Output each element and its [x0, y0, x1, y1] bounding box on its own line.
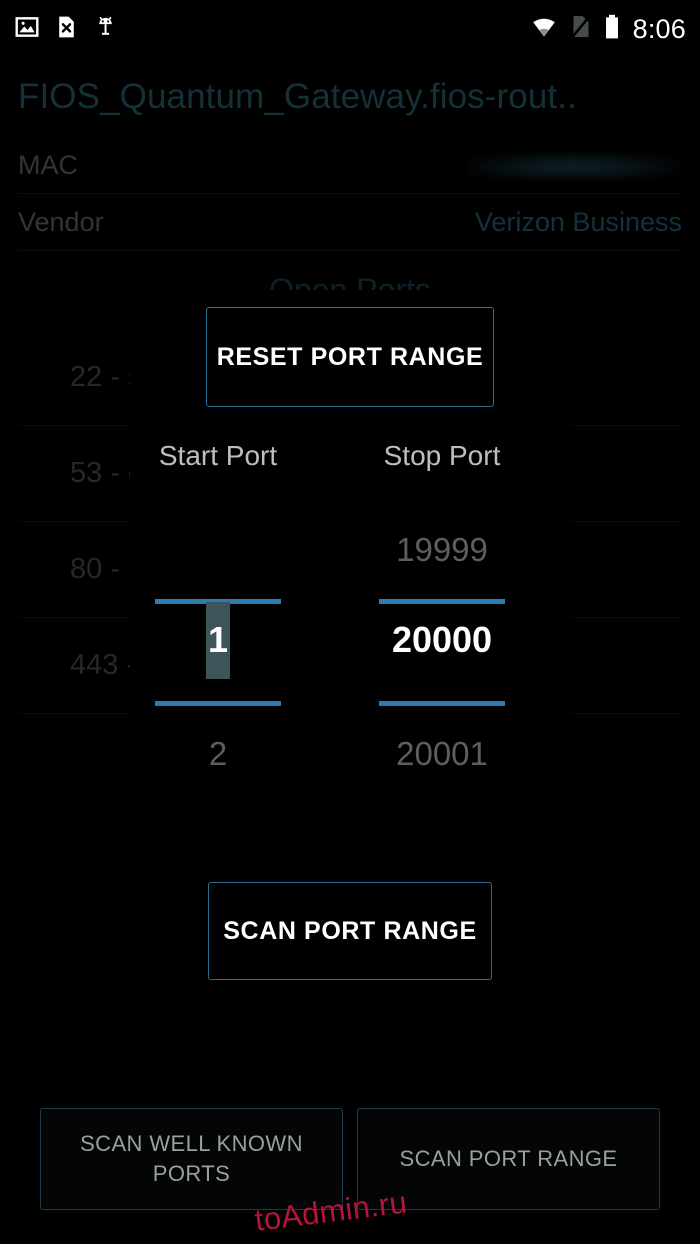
start-port-input[interactable]: 1 [205, 601, 231, 679]
start-port-label: Start Port [158, 440, 278, 471]
stop-port-picker[interactable]: Stop Port 19999 20000 20001 [342, 440, 542, 778]
stop-port-next-value[interactable]: 20001 [396, 730, 488, 778]
scan-well-known-ports-button[interactable]: SCAN WELL KNOWN PORTS [40, 1108, 343, 1210]
stop-port-divider-bottom [379, 701, 505, 706]
status-bar: 8:06 [0, 0, 700, 58]
start-port-picker[interactable]: Start Port 1 2 [118, 440, 318, 778]
port-range-dialog: RESET PORT RANGE Start Port 1 2 Stop Por… [130, 290, 570, 990]
stop-port-value: 20000 [391, 619, 493, 660]
image-icon [14, 14, 40, 45]
no-sim-icon [570, 14, 591, 44]
scan-port-range-button[interactable]: SCAN PORT RANGE [208, 882, 492, 980]
start-port-next-value[interactable]: 2 [209, 730, 227, 778]
stop-port-label: Stop Port [383, 440, 501, 471]
status-bar-clock: 8:06 [632, 13, 686, 44]
start-port-value: 1 [205, 601, 231, 679]
wifi-icon [530, 15, 558, 44]
reset-port-range-button[interactable]: RESET PORT RANGE [206, 307, 494, 407]
port-range-picker: Start Port 1 2 Stop Port 19999 20000 200… [130, 440, 570, 840]
app-screen: FIOS_Quantum_Gateway.fios-rout.. MAC Ven… [0, 0, 700, 1244]
status-bar-left-icons [14, 14, 118, 45]
android-debug-icon [93, 14, 118, 45]
stop-port-input[interactable]: 20000 [392, 604, 492, 676]
status-bar-right-icons: 8:06 [530, 14, 686, 45]
battery-icon [604, 14, 620, 45]
stop-port-previous-value[interactable]: 19999 [396, 526, 488, 574]
start-port-divider-bottom [155, 701, 281, 706]
file-error-icon [54, 14, 79, 45]
